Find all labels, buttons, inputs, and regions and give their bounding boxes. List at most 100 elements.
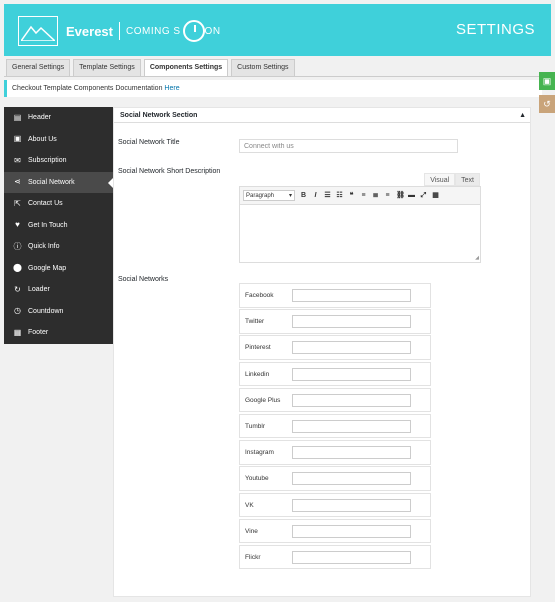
flickr-input[interactable] [292, 550, 411, 564]
sidebar-item-google-map[interactable]: ⬤ Google Map [4, 258, 113, 280]
notice-text: Checkout Template Components Documentati… [12, 85, 163, 92]
facebook-input[interactable] [292, 289, 411, 302]
tab-components-settings[interactable]: Components Settings [143, 59, 229, 77]
social-networks-list: Facebook Twitter Pinterest Linkedin Goog… [239, 283, 431, 571]
title-label: Social Network Title [118, 139, 180, 146]
sidebar-item-countdown[interactable]: ◷ Countdown [4, 301, 113, 323]
pinterest-input[interactable] [292, 341, 411, 355]
youtube-input[interactable] [292, 472, 411, 486]
editor-toolbar: Paragraph B I ☰ ☷ ❝ ≡ ≣ ≡ ⛓ ▬ ⤢ ▦ [240, 187, 480, 205]
bullet-list-icon[interactable]: ☰ [324, 191, 331, 200]
social-networks-label: Social Networks [118, 276, 169, 283]
read-more-icon[interactable]: ▬ [408, 191, 415, 200]
tab-template-settings[interactable]: Template Settings [73, 59, 141, 76]
logo: Everest COMING S ON [18, 16, 221, 46]
social-network-title-input[interactable] [239, 139, 458, 153]
tab-general-settings[interactable]: General Settings [6, 59, 71, 76]
documentation-link[interactable]: Here [164, 85, 179, 92]
tab-divider [4, 76, 551, 77]
resize-handle-icon[interactable]: ◢ [475, 255, 479, 261]
align-center-icon[interactable]: ≣ [372, 191, 379, 200]
sidebar-item-footer[interactable]: ▦ Footer [4, 322, 113, 344]
save-icon: ▣ [542, 76, 552, 86]
sidebar-item-social-network[interactable]: ⋖ Social Network [4, 171, 113, 193]
about-icon: ▣ [13, 134, 22, 144]
footer-icon: ▦ [13, 327, 22, 337]
sidebar-item-quick-info[interactable]: ⓘ Quick Info [4, 236, 113, 258]
instagram-input[interactable] [292, 446, 411, 460]
bold-icon[interactable]: B [300, 191, 307, 200]
list-item: Instagram [239, 440, 431, 465]
components-sidebar: ▤ Header ▣ About Us ✉ Subscription ⋖ Social … [4, 107, 113, 344]
format-select[interactable]: Paragraph [243, 190, 295, 201]
youtube-label: Youtube [245, 475, 269, 483]
flickr-label: Flickr [245, 553, 261, 561]
list-item: Facebook [239, 283, 431, 308]
clock-icon: ◷ [14, 306, 21, 316]
google-plus-input[interactable] [292, 393, 411, 407]
link-icon[interactable]: ⛓ [396, 191, 405, 200]
description-label: Social Network Short Description [118, 168, 221, 175]
info-icon: ⓘ [13, 241, 22, 251]
align-right-icon[interactable]: ≡ [384, 191, 391, 200]
logo-divider [118, 22, 120, 40]
sidebar-item-label: Contact Us [28, 200, 63, 208]
tumblr-label: Tumblr [245, 422, 265, 430]
sidebar-item-about-us[interactable]: ▣ About Us [4, 129, 113, 151]
sidebar-item-label: About Us [28, 135, 57, 143]
twitter-label: Twitter [245, 318, 265, 326]
facebook-label: Facebook [245, 292, 274, 299]
blockquote-icon[interactable]: ❝ [348, 191, 355, 200]
list-item: Flickr [239, 544, 431, 570]
sidebar-item-label: Header [28, 114, 51, 122]
sidebar-item-label: Subscription [28, 157, 67, 165]
settings-tabs: General Settings Template Settings Compo… [6, 59, 295, 77]
linkedin-input[interactable] [292, 367, 411, 381]
editor-mode-tabs: Visual Text [424, 173, 480, 186]
logo-name: Everest [66, 23, 113, 39]
documentation-notice: Checkout Template Components Documentati… [4, 80, 542, 97]
vk-label: VK [245, 501, 254, 509]
sidebar-item-label: Loader [28, 286, 50, 294]
header-banner: Everest COMING S ON SETTINGS [4, 4, 551, 56]
sidebar-item-loader[interactable]: ↻ Loader [4, 279, 113, 301]
twitter-input[interactable] [292, 315, 411, 329]
description-editor[interactable]: Paragraph B I ☰ ☷ ❝ ≡ ≣ ≡ ⛓ ▬ ⤢ ▦ ◢ [239, 186, 481, 263]
list-item: Vine [239, 518, 431, 544]
sidebar-item-subscription[interactable]: ✉ Subscription [4, 150, 113, 172]
reset-icon: ↺ [543, 99, 551, 109]
vine-input[interactable] [292, 524, 411, 538]
sidebar-item-label: Google Map [28, 264, 67, 272]
italic-icon[interactable]: I [312, 191, 319, 200]
save-button[interactable]: ▣ [539, 72, 555, 90]
tumblr-input[interactable] [292, 419, 411, 433]
vk-input[interactable] [292, 498, 411, 512]
google-plus-label: Google Plus [245, 396, 281, 404]
sidebar-item-contact-us[interactable]: ⇱ Contact Us [4, 193, 113, 215]
map-pin-icon: ⬤ [13, 263, 22, 273]
sidebar-item-label: Countdown [28, 307, 64, 315]
social-network-panel: Social Network Section ▲ Social Network … [113, 107, 531, 597]
section-header[interactable]: Social Network Section ▲ [114, 108, 530, 123]
sidebar-item-header[interactable]: ▤ Header [4, 107, 113, 129]
align-left-icon[interactable]: ≡ [360, 191, 367, 200]
header-icon: ▤ [13, 112, 22, 122]
numbered-list-icon[interactable]: ☷ [336, 191, 343, 200]
mountain-logo-icon [18, 16, 58, 46]
linkedin-label: Linkedin [245, 370, 270, 378]
sidebar-item-label: Quick Info [28, 243, 60, 251]
instagram-label: Instagram [245, 449, 274, 457]
sidebar-item-label: Footer [28, 329, 49, 337]
tab-visual[interactable]: Visual [424, 173, 456, 186]
list-item: Youtube [239, 466, 431, 491]
logo-tagline-end: ON [204, 25, 221, 37]
tab-custom-settings[interactable]: Custom Settings [231, 59, 295, 76]
collapse-arrow-icon[interactable]: ▲ [519, 108, 526, 123]
fullscreen-icon[interactable]: ⤢ [420, 191, 427, 200]
sidebar-item-get-in-touch[interactable]: ♥ Get In Touch [4, 215, 113, 237]
clock-icon [182, 20, 205, 42]
tab-text[interactable]: Text [455, 173, 480, 186]
toolbar-toggle-icon[interactable]: ▦ [432, 191, 439, 200]
reset-button[interactable]: ↺ [539, 95, 555, 113]
list-item: VK [239, 492, 431, 517]
